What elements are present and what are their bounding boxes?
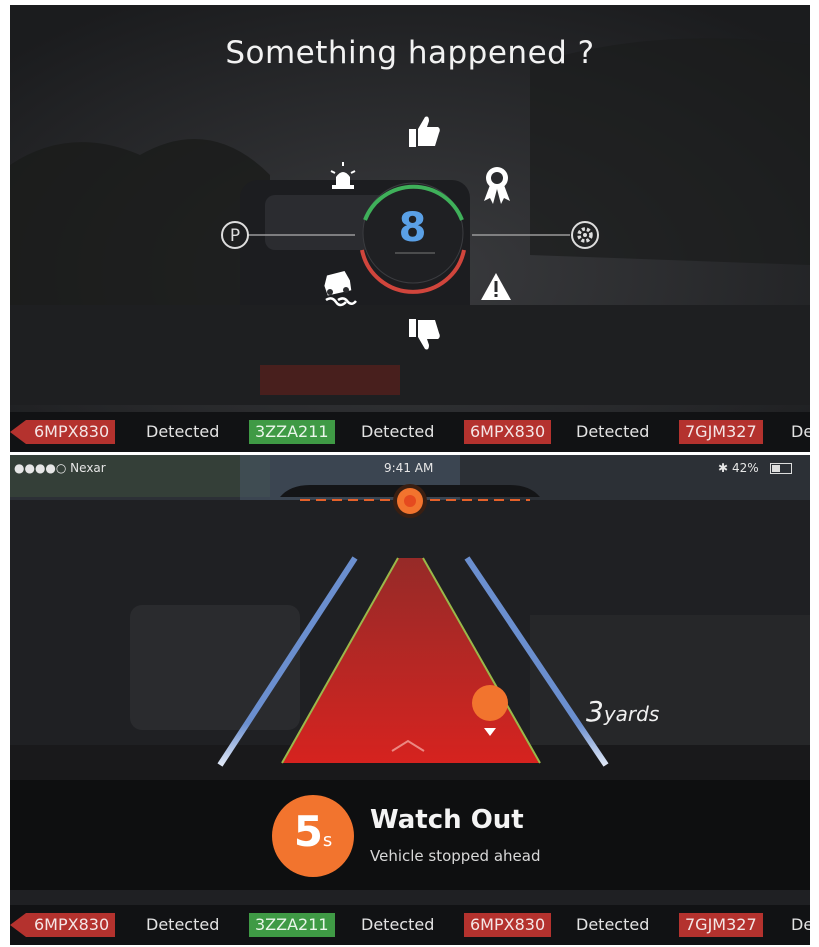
distance-unit: yards [603, 702, 660, 726]
svg-text:P: P [230, 226, 240, 246]
plate-badge[interactable]: 7GJM327 [679, 420, 763, 444]
plate-badge[interactable]: 7GJM327 [679, 913, 763, 937]
plate-badge[interactable]: 6MPX830 [10, 420, 116, 444]
thumbs-up-icon[interactable] [407, 113, 441, 149]
countdown-badge: 5s [272, 795, 354, 877]
beacon-light-icon[interactable] [328, 161, 358, 191]
plate-ticker: 6MPX830 Detected 3ZZA211 Detected 6MPX83… [10, 905, 810, 945]
distance-number: 3 [586, 695, 604, 728]
plate-badge[interactable]: 3ZZA211 [249, 913, 335, 937]
countdown-number: 5 [293, 807, 323, 856]
alert-title: Watch Out [370, 805, 524, 835]
top-panel: Something happened ? 8 P 6MPX830 Detecte… [10, 5, 810, 452]
plate-badge[interactable]: 6MPX830 [464, 420, 552, 444]
detected-label: De [791, 915, 810, 934]
detected-label: Detected [576, 915, 650, 934]
bottom-panel: ●●●●○ Nexar 9:41 AM ✱ 42% 3yards 5s Watc… [10, 455, 810, 945]
thumbs-down-icon[interactable] [407, 317, 441, 353]
detected-label: Detected [146, 422, 220, 441]
detected-label: Detected [361, 915, 435, 934]
alert-band [10, 780, 810, 890]
skid-car-icon[interactable] [320, 270, 360, 308]
distance-readout: 3yards [586, 695, 659, 728]
score-value: 8 [398, 205, 427, 251]
detected-label: Detected [361, 422, 435, 441]
lead-vehicle-marker [472, 685, 508, 721]
plate-badge[interactable]: 3ZZA211 [249, 420, 335, 444]
parking-icon[interactable]: P [220, 220, 250, 250]
caret-down-icon [484, 728, 496, 736]
warning-triangle-icon[interactable] [480, 272, 512, 302]
plate-ticker: 6MPX830 Detected 3ZZA211 Detected 6MPX83… [10, 412, 810, 452]
settings-gear-icon[interactable] [570, 220, 600, 250]
detected-label: De [791, 422, 810, 441]
detected-label: Detected [146, 915, 220, 934]
countdown-unit: s [322, 830, 333, 851]
award-ribbon-icon[interactable] [481, 165, 513, 205]
alert-subtitle: Vehicle stopped ahead [370, 847, 541, 865]
plate-badge[interactable]: 6MPX830 [10, 913, 116, 937]
host-vehicle-marker [397, 488, 423, 514]
detected-label: Detected [576, 422, 650, 441]
plate-badge[interactable]: 6MPX830 [464, 913, 552, 937]
